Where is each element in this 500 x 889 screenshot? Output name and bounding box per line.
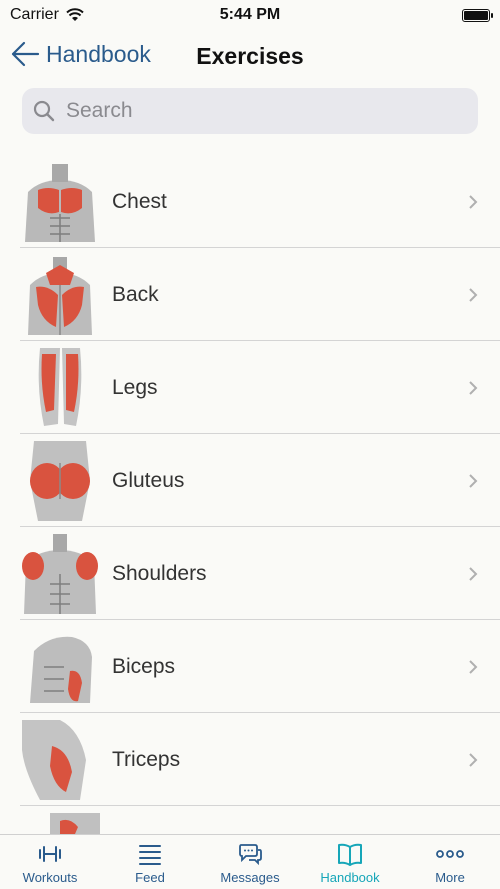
chevron-right-icon: [469, 752, 478, 767]
list-item-label: Biceps: [112, 654, 176, 678]
tab-label: Workouts: [22, 870, 78, 885]
chevron-right-icon: [469, 287, 478, 302]
gluteus-muscle-image: [20, 440, 100, 521]
chevron-right-icon: [469, 194, 478, 209]
navigation-bar: Handbook Exercises: [0, 30, 500, 82]
tab-bar: Workouts Feed Messages Handbook More: [0, 834, 500, 889]
chevron-right-icon: [469, 659, 478, 674]
tab-feed[interactable]: Feed: [100, 835, 200, 889]
list-item-back[interactable]: Back: [0, 248, 500, 341]
chest-muscle-image: [20, 161, 100, 242]
list-item-label: Legs: [112, 375, 158, 399]
list-item-legs[interactable]: Legs: [0, 341, 500, 434]
tab-label: More: [435, 870, 465, 885]
list-item-label: Back: [112, 282, 159, 306]
list-item-chest[interactable]: Chest: [0, 155, 500, 248]
status-bar: Carrier 5:44 PM: [0, 0, 500, 30]
tab-label: Feed: [135, 870, 165, 885]
list-item-triceps[interactable]: Triceps: [0, 713, 500, 806]
chevron-right-icon: [469, 566, 478, 581]
shoulders-muscle-image: [20, 533, 100, 614]
list-item-partial[interactable]: [0, 806, 500, 835]
search-input[interactable]: [64, 98, 468, 124]
partial-muscle-image: [20, 812, 100, 835]
status-time: 5:44 PM: [219, 6, 281, 23]
tab-more[interactable]: More: [400, 835, 500, 889]
biceps-muscle-image: [20, 626, 100, 707]
tab-label: Messages: [220, 870, 280, 885]
tab-messages[interactable]: Messages: [200, 835, 300, 889]
more-icon: [436, 850, 464, 858]
list-item-label: Chest: [112, 189, 167, 213]
triceps-muscle-image: [20, 719, 100, 800]
page-title: Exercises: [196, 43, 304, 69]
tab-workouts[interactable]: Workouts: [0, 835, 100, 889]
chat-icon: [239, 844, 262, 866]
list-item-shoulders[interactable]: Shoulders: [0, 527, 500, 620]
book-icon: [338, 843, 362, 866]
dumbbell-icon: [39, 846, 61, 862]
tab-handbook[interactable]: Handbook: [300, 835, 400, 889]
list-item-label: Gluteus: [112, 468, 185, 492]
list-icon: [139, 845, 161, 865]
list-item-label: Shoulders: [112, 561, 207, 585]
search-bar[interactable]: [22, 88, 478, 134]
list-item-label: Triceps: [112, 747, 181, 771]
list-item-biceps[interactable]: Biceps: [0, 620, 500, 713]
battery-icon: [462, 8, 493, 22]
list-item-gluteus[interactable]: Gluteus: [0, 434, 500, 527]
back-muscle-image: [20, 254, 100, 335]
search-icon: [33, 100, 55, 122]
exercise-list: Chest Back Legs Gluteus Shoulders Biceps…: [0, 155, 500, 835]
chevron-right-icon: [469, 380, 478, 395]
chevron-right-icon: [469, 473, 478, 488]
tab-label: Handbook: [320, 870, 380, 885]
legs-muscle-image: [20, 347, 100, 428]
